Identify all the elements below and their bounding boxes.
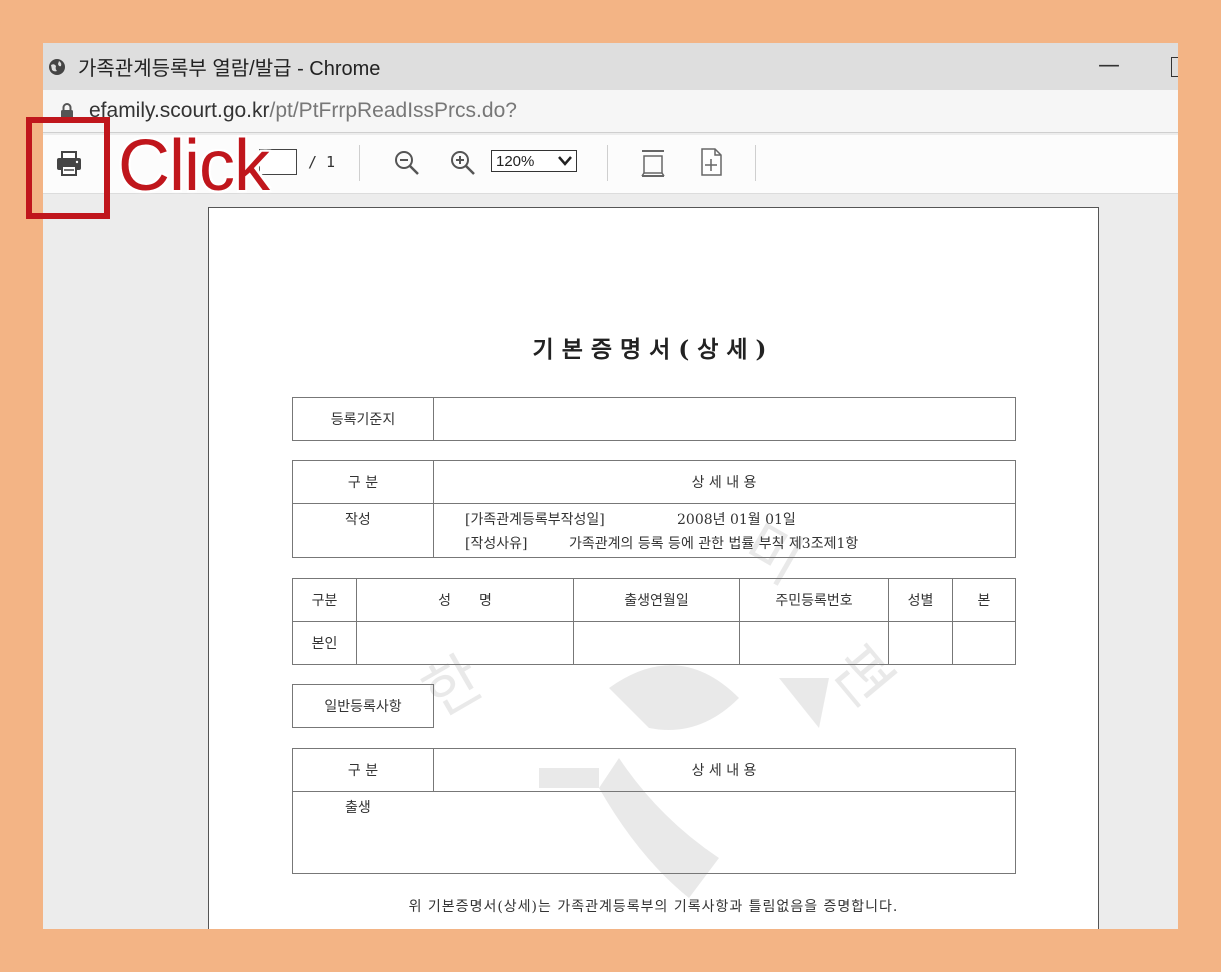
registration-value	[434, 398, 1014, 440]
click-annotation: Click	[118, 126, 270, 206]
certification-statement: 위 기본증명서(상세)는 가족관계등록부의 기록사항과 틀림없음을 증명합니다.	[408, 899, 899, 915]
col-id-number: 주민등록번호	[775, 593, 853, 609]
header-category: 구 분	[347, 475, 379, 491]
toolbar-separator	[607, 145, 608, 181]
registration-label: 등록기준지	[330, 412, 396, 428]
zoom-out-icon[interactable]	[393, 149, 421, 177]
screenshot-frame: 가족관계등록부 열람/발급 - Chrome — efamily.scourt.…	[0, 0, 1221, 972]
minimize-button[interactable]: —	[1098, 53, 1120, 78]
creation-date-value: 2008년 01월 01일	[677, 512, 796, 528]
col-name: 성 명	[438, 593, 492, 609]
col-gender: 성별	[907, 593, 934, 609]
creation-reason-label: [작성사유]	[465, 536, 528, 552]
url-path: /pt/PtFrrpReadIssPrcs.do?	[269, 99, 517, 122]
window-title: 가족관계등록부 열람/발급 - Chrome	[78, 58, 381, 80]
maximize-button[interactable]	[1171, 57, 1178, 77]
person-table: 구분 성 명 출생연월일 주민등록번호 성별 본 본인	[292, 578, 1016, 665]
header-category: 구 분	[347, 763, 379, 779]
document-title: 기본증명서(상세)	[532, 336, 775, 363]
fit-page-icon[interactable]	[639, 147, 667, 179]
person-row-label: 본인	[311, 636, 338, 652]
title-bar: 가족관계등록부 열람/발급 - Chrome —	[43, 43, 1178, 90]
header-detail: 상 세 내 용	[691, 475, 757, 491]
birth-row-label: 출생	[345, 800, 371, 816]
zoom-select[interactable]: 120%	[491, 150, 577, 172]
pdf-viewer[interactable]: 한 미 편 기본증명서(상세) 등록기준지 구 분 상 세 내 용 작성 [가족…	[43, 194, 1178, 929]
zoom-value: 120%	[496, 152, 535, 170]
col-category: 구분	[311, 593, 338, 609]
toolbar-separator	[755, 145, 756, 181]
creation-date-label: [가족관계등록부작성일]	[465, 512, 605, 528]
print-button-highlight	[26, 117, 110, 219]
creation-reason-value: 가족관계의 등록 등에 관한 법률 부칙 제3조제1항	[569, 536, 859, 552]
rotate-icon[interactable]	[698, 147, 724, 177]
header-detail: 상 세 내 용	[691, 763, 757, 779]
globe-icon	[49, 58, 65, 75]
zoom-in-icon[interactable]	[449, 149, 477, 177]
general-section-label: 일반등록사항	[324, 699, 402, 715]
url-host: efamily.scourt.go.kr	[89, 99, 270, 122]
creation-table: 구 분 상 세 내 용 작성 [가족관계등록부작성일] 2008년 01월 01…	[292, 460, 1016, 558]
toolbar-separator	[359, 145, 360, 181]
general-table: 구 분 상 세 내 용 출생	[292, 748, 1016, 874]
document-page: 한 미 편 기본증명서(상세) 등록기준지 구 분 상 세 내 용 작성 [가족…	[208, 207, 1099, 929]
creation-row-label: 작성	[345, 512, 371, 528]
general-section-label-box: 일반등록사항	[292, 684, 434, 728]
col-birthdate: 출생연월일	[624, 593, 689, 609]
registration-table: 등록기준지	[292, 397, 1016, 441]
page-total: / 1	[308, 153, 336, 171]
chevron-down-icon	[558, 156, 572, 166]
col-origin: 본	[977, 593, 991, 609]
